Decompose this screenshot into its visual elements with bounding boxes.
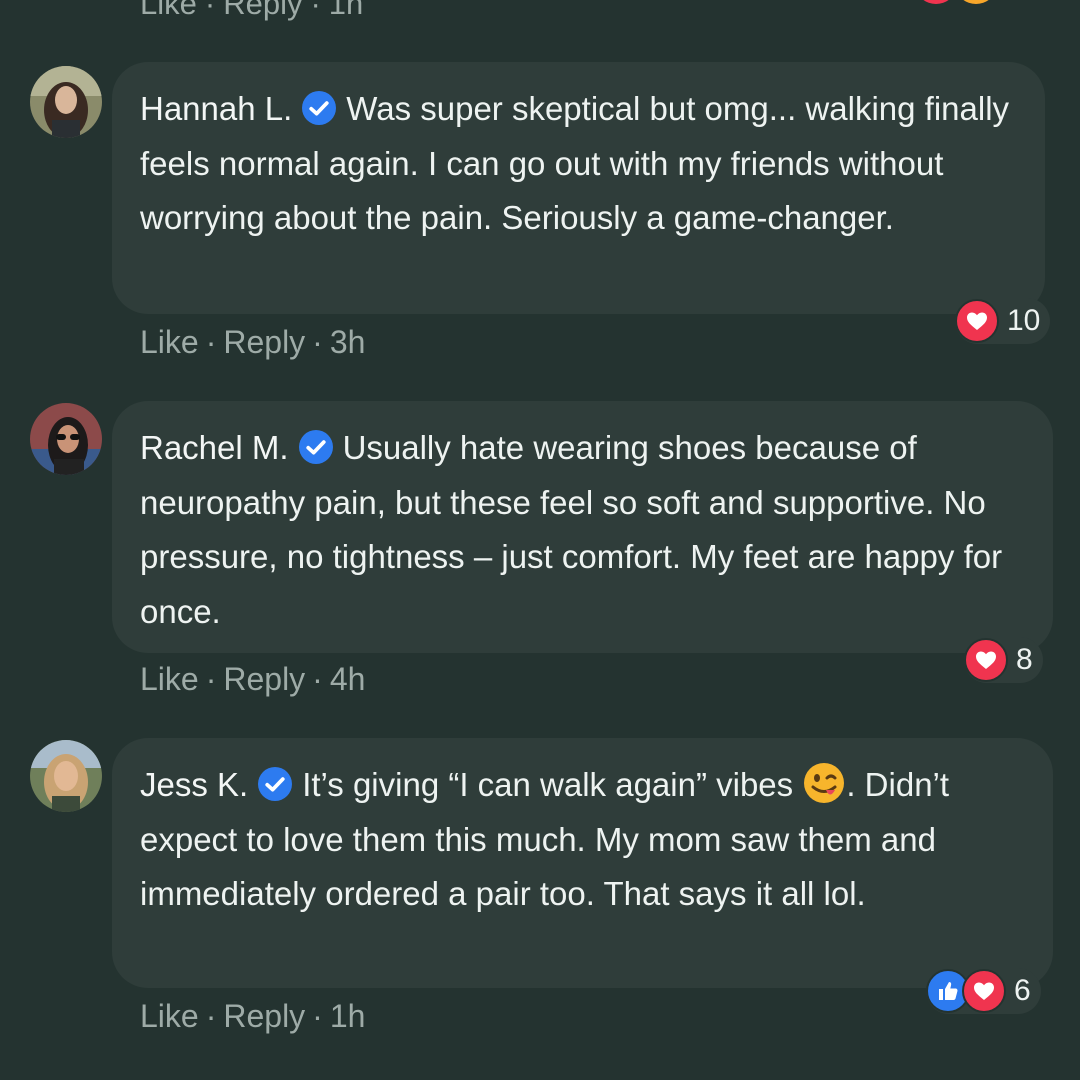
separator: · bbox=[312, 661, 323, 697]
comment-body: Rachel M. Usually hate wearing shoes beca… bbox=[140, 421, 1027, 639]
separator: · bbox=[312, 324, 323, 360]
separator: · bbox=[312, 998, 323, 1034]
separator: · bbox=[205, 998, 217, 1034]
author-name[interactable]: Rachel M. bbox=[140, 429, 289, 466]
reply-link[interactable]: Reply bbox=[223, 0, 302, 21]
reaction-summary[interactable]: 6 bbox=[926, 968, 1041, 1014]
heart-reaction-icon bbox=[962, 969, 1006, 1013]
reply-link[interactable]: Reply bbox=[223, 661, 305, 697]
heart-reaction-icon bbox=[917, 0, 955, 4]
separator: · bbox=[205, 324, 217, 360]
verified-badge-icon bbox=[258, 767, 293, 801]
comment-actions: Like · Reply · 4h bbox=[140, 661, 365, 698]
comment-actions: Like · Reply · 3h bbox=[140, 324, 365, 361]
like-link[interactable]: Like bbox=[140, 998, 199, 1034]
reaction-count: 8 bbox=[1016, 643, 1033, 676]
avatar[interactable] bbox=[30, 740, 102, 812]
comment-bubble: Hannah L. Was super skeptical but omg... … bbox=[112, 62, 1045, 314]
reply-link[interactable]: Reply bbox=[223, 998, 305, 1034]
reaction-summary[interactable]: 8 bbox=[964, 637, 1043, 683]
heart-reaction-icon bbox=[964, 638, 1008, 682]
reaction-summary[interactable]: 10 bbox=[955, 298, 1051, 344]
verified-badge-icon bbox=[302, 91, 337, 125]
separator: · bbox=[310, 0, 321, 21]
avatar[interactable] bbox=[30, 66, 102, 138]
separator: · bbox=[205, 661, 217, 697]
timestamp: 1h bbox=[328, 0, 364, 21]
timestamp: 1h bbox=[329, 998, 366, 1034]
separator: · bbox=[204, 0, 216, 21]
comment-bubble: Jess K. It’s giving “I can walk again” vi… bbox=[112, 738, 1053, 988]
comment-bubble: Rachel M. Usually hate wearing shoes beca… bbox=[112, 401, 1053, 653]
winking-tongue-emoji-icon bbox=[802, 761, 846, 805]
timestamp: 3h bbox=[329, 324, 366, 360]
author-name[interactable]: Jess K. bbox=[140, 766, 248, 803]
previous-reactions[interactable] bbox=[915, 0, 1005, 4]
comment-text: It’s giving “I can walk again” vibes bbox=[302, 766, 794, 803]
comment-body: Jess K. It’s giving “I can walk again” vi… bbox=[140, 758, 1027, 922]
heart-reaction-icon bbox=[955, 299, 999, 343]
haha-reaction-icon bbox=[957, 0, 995, 4]
like-link[interactable]: Like bbox=[140, 0, 197, 21]
reply-link[interactable]: Reply bbox=[223, 324, 305, 360]
avatar[interactable] bbox=[30, 403, 102, 475]
comment-actions: Like · Reply · 1h bbox=[140, 998, 365, 1035]
verified-badge-icon bbox=[298, 430, 333, 464]
comment-body: Hannah L. Was super skeptical but omg... … bbox=[140, 82, 1019, 246]
like-link[interactable]: Like bbox=[140, 324, 199, 360]
reaction-count: 6 bbox=[1014, 974, 1031, 1007]
author-name[interactable]: Hannah L. bbox=[140, 90, 292, 127]
previous-comment-actions: Like · Reply · 1h bbox=[140, 0, 363, 22]
like-link[interactable]: Like bbox=[140, 661, 199, 697]
reaction-count: 10 bbox=[1007, 304, 1041, 337]
timestamp: 4h bbox=[329, 661, 366, 697]
